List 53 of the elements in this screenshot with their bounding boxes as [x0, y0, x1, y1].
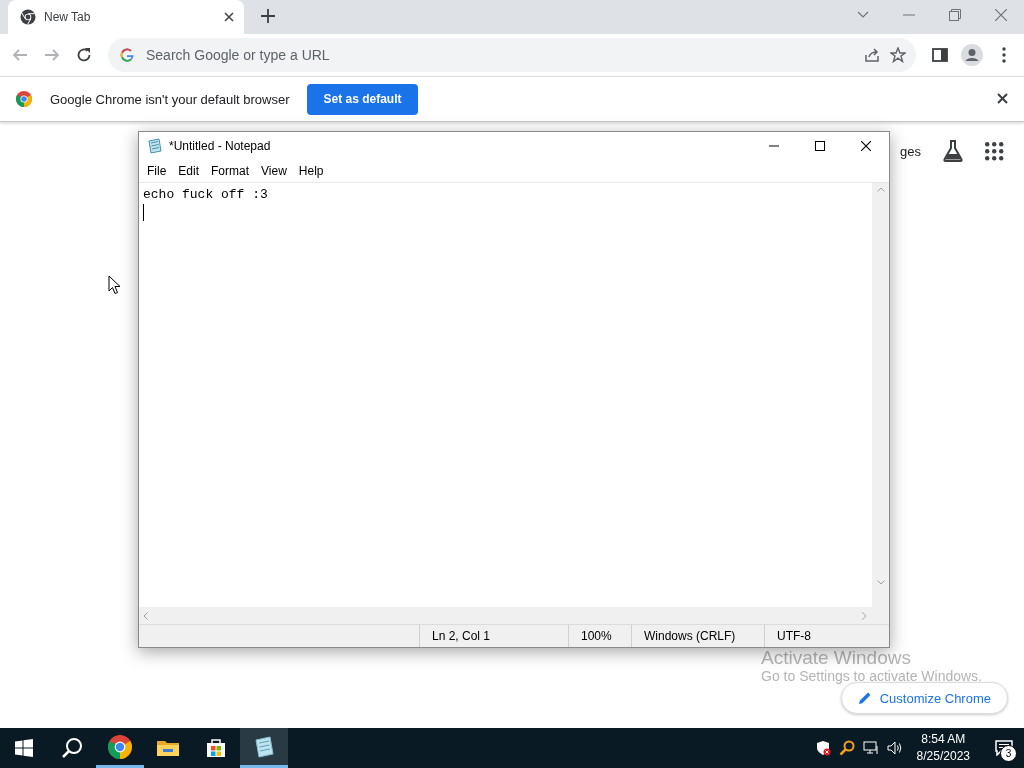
- apps-grid-icon[interactable]: [985, 141, 1004, 161]
- close-tab-icon[interactable]: [224, 12, 234, 22]
- notepad-icon: [252, 734, 276, 759]
- encoding: UTF-8: [764, 625, 889, 647]
- profile-avatar-icon[interactable]: [961, 44, 983, 66]
- bookmark-star-icon[interactable]: [890, 47, 906, 63]
- windows-start-icon[interactable]: [15, 739, 33, 757]
- pencil-icon: [857, 691, 872, 705]
- menu-item[interactable]: View: [255, 164, 293, 178]
- restore-icon[interactable]: [949, 9, 961, 21]
- document-text: echo fuck off :3: [143, 186, 269, 204]
- menu-item[interactable]: File: [141, 164, 173, 178]
- chrome-tab-icon: [20, 9, 36, 25]
- images-link[interactable]: ges: [900, 143, 921, 159]
- search-icon[interactable]: [61, 737, 83, 759]
- mouse-pointer-icon: [108, 275, 122, 295]
- activation-title: Activate Windows: [761, 648, 912, 668]
- close-icon[interactable]: [861, 141, 871, 151]
- cursor-position: Ln 2, Col 1: [419, 625, 568, 647]
- notification-icon[interactable]: [995, 740, 1013, 756]
- infobar-message: Google Chrome isn't your default browser: [50, 91, 290, 107]
- menu-icon[interactable]: [1002, 47, 1006, 63]
- network-icon[interactable]: [862, 740, 879, 756]
- security-shield-icon[interactable]: [814, 740, 831, 756]
- reload-icon[interactable]: [76, 47, 92, 63]
- labs-flask-icon[interactable]: [943, 140, 963, 162]
- menu-item[interactable]: Help: [292, 164, 330, 178]
- line-ending: Windows (CRLF): [631, 625, 764, 647]
- menu-item[interactable]: Edit: [172, 164, 206, 178]
- close-icon[interactable]: [997, 93, 1008, 104]
- side-panel-icon[interactable]: [932, 47, 948, 63]
- magnifier-icon[interactable]: [838, 740, 855, 756]
- new-tab-icon[interactable]: [261, 9, 275, 23]
- volume-icon[interactable]: [886, 740, 903, 756]
- maximize-icon[interactable]: [815, 141, 825, 151]
- google-icon: [120, 48, 134, 62]
- zoom-level: 100%: [568, 625, 631, 647]
- share-icon[interactable]: [864, 47, 880, 63]
- set-as-default-button[interactable]: Set as default: [307, 83, 418, 115]
- chrome-icon: [108, 734, 132, 759]
- address-bar[interactable]: Search Google or type a URL: [108, 38, 916, 72]
- activation-message: Go to Settings to activate Windows.: [761, 668, 982, 684]
- browser-tab[interactable]: New Tab: [8, 0, 244, 34]
- notification-count: 3: [1000, 745, 1017, 762]
- notepad-icon: [147, 138, 163, 154]
- text-cursor: [143, 204, 144, 221]
- shopping-bag-icon: [204, 736, 228, 760]
- window-title: *Untitled - Notepad: [169, 139, 271, 153]
- menu-item[interactable]: Format: [205, 164, 256, 178]
- clock[interactable]: 8:54 AM 8/25/2023: [910, 731, 976, 765]
- customize-chrome-button[interactable]: Customize Chrome: [840, 682, 1008, 714]
- taskbar-app-button[interactable]: [240, 728, 288, 768]
- chrome-logo-icon: [16, 91, 32, 107]
